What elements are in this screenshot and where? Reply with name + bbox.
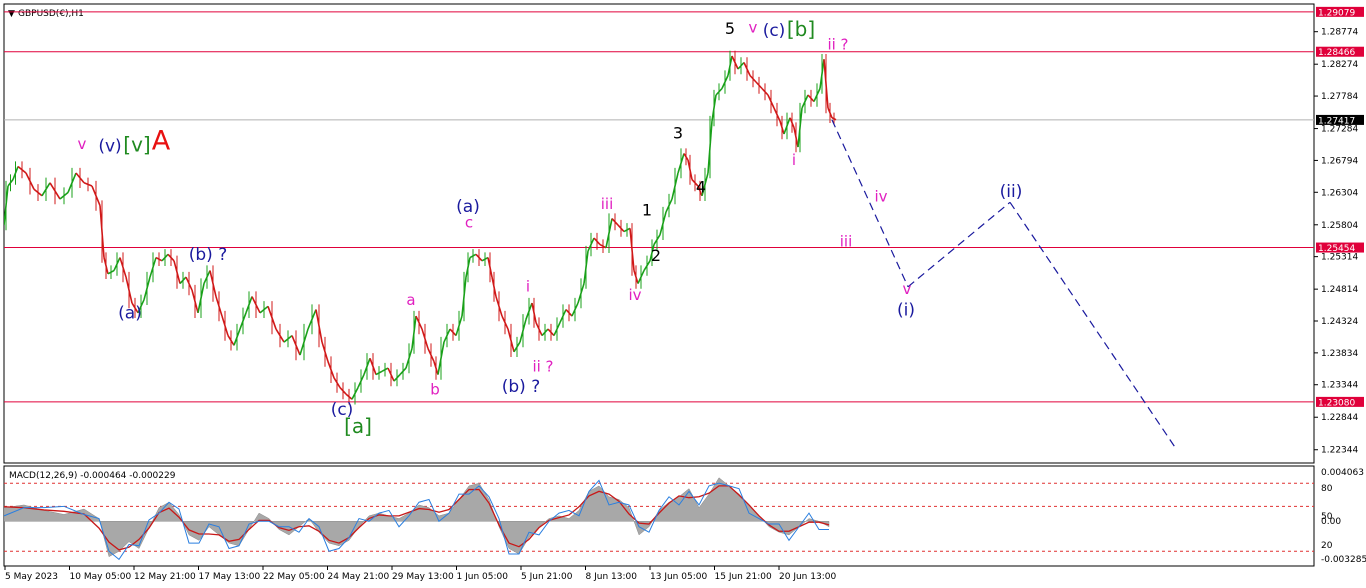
macd-axis: 0.00406380500.0020-0.003285	[1321, 468, 1366, 565]
projection-segment	[831, 119, 909, 288]
x-tick-label: 5 Jun 21:00	[521, 572, 573, 582]
y-tick-label: 1.26304	[1321, 188, 1358, 198]
wave-label: A	[152, 126, 171, 157]
wave-label: ii ?	[532, 357, 553, 375]
y-tick-label: 1.27784	[1321, 92, 1358, 102]
projection-segment	[1009, 201, 1177, 450]
horizontal-levels: 1.290791.284661.254541.230801.27417	[4, 6, 1364, 408]
x-tick-label: 12 May 21:00	[134, 572, 196, 582]
wave-label: (c)	[763, 21, 786, 41]
wave-label: 1	[642, 200, 652, 219]
wave-label: iii	[601, 195, 614, 213]
wave-label: 2	[651, 246, 661, 265]
macd-axis-label: 20	[1321, 541, 1333, 551]
wave-label: (ii)	[1000, 182, 1023, 202]
x-tick-label: 20 Jun 13:00	[779, 572, 836, 582]
level-price-label: 1.29079	[1318, 8, 1355, 18]
y-tick-label: 1.23834	[1321, 349, 1358, 359]
y-tick-label: 1.24324	[1321, 317, 1358, 327]
y-tick-label: 1.28274	[1321, 60, 1358, 70]
chart-symbol-title: GBPUSD(€),H1	[18, 9, 84, 19]
y-tick-label: 1.26794	[1321, 156, 1358, 166]
wave-label: i	[526, 277, 530, 295]
macd-axis-label: 80	[1321, 484, 1333, 494]
x-tick-label: 15 Jun 21:00	[715, 572, 772, 582]
macd-series	[4, 477, 1314, 561]
wave-label: ii ?	[827, 36, 848, 54]
projection-segment	[907, 201, 1011, 288]
wave-label: c	[465, 214, 473, 232]
y-tick-label: 1.25314	[1321, 253, 1358, 263]
main-chart-frame	[3, 3, 1315, 464]
y-tick-label: 1.23344	[1321, 381, 1358, 391]
x-tick-label: 24 May 21:00	[328, 572, 390, 582]
wave-label: [v]	[123, 133, 150, 157]
y-tick-label: 1.22344	[1321, 446, 1358, 456]
y-tick-label: 1.27284	[1321, 125, 1358, 135]
wave-label: b	[430, 381, 440, 399]
macd-histogram	[4, 477, 830, 558]
x-tick-label: 8 Jun 13:00	[586, 572, 638, 582]
wave-label: v	[749, 19, 758, 37]
macd-label: MACD(12,26,9) -0.000464 -0.000229	[9, 471, 176, 481]
wave-label: 5	[725, 19, 735, 38]
y-tick-label: 1.24814	[1321, 285, 1358, 295]
wave-label: (a)	[118, 304, 142, 324]
wave-label: [a]	[344, 414, 372, 438]
y-tick-label: 1.22844	[1321, 413, 1358, 423]
x-tick-label: 29 May 13:00	[392, 572, 454, 582]
projection-path	[831, 119, 1177, 450]
x-tick-label: 5 May 2023	[5, 572, 58, 582]
wave-label: i	[792, 151, 796, 169]
wave-label: 4	[696, 178, 706, 197]
wave-label: v	[78, 135, 87, 153]
wave-label: [b]	[787, 17, 815, 41]
price-axis: 1.28774 1.28274 1.27784 1.27284 1.26794 1.263…	[1314, 28, 1358, 456]
wave-label: (b) ?	[189, 245, 227, 265]
wave-label: (v)	[98, 137, 121, 157]
x-tick-label: 17 May 13:00	[199, 572, 261, 582]
chart-canvas[interactable]: ▼ GBPUSD(€),H1 1.290791.284661.254541.23…	[0, 0, 1366, 588]
wave-label: (i)	[897, 300, 915, 320]
y-tick-label: 1.25804	[1321, 221, 1358, 231]
price-series	[4, 50, 837, 405]
wave-label: iii	[840, 233, 853, 251]
wave-label: iv	[628, 286, 641, 304]
x-tick-label: 1 Jun 05:00	[457, 572, 509, 582]
x-tick-label: 22 May 05:00	[263, 572, 325, 582]
dropdown-arrow-icon[interactable]: ▼	[8, 9, 15, 19]
wave-label: (b) ?	[502, 377, 540, 397]
time-axis: 5 May 2023 10 May 05:00 12 May 21:00 17 May…	[4, 566, 836, 582]
wave-label: 3	[673, 124, 683, 143]
wave-label: iv	[874, 188, 887, 206]
level-price-label: 1.28466	[1318, 48, 1355, 58]
x-tick-label: 10 May 05:00	[70, 572, 132, 582]
x-tick-label: 13 Jun 05:00	[650, 572, 707, 582]
macd-axis-label: 0.004063	[1321, 468, 1364, 478]
macd-axis-label: -0.003285	[1321, 555, 1366, 565]
level-price-label: 1.23080	[1318, 398, 1355, 408]
wave-label: a	[406, 291, 415, 309]
wave-label: v	[903, 280, 912, 298]
macd-axis-label: 0.00	[1321, 517, 1341, 527]
y-tick-label: 1.28774	[1321, 28, 1358, 38]
